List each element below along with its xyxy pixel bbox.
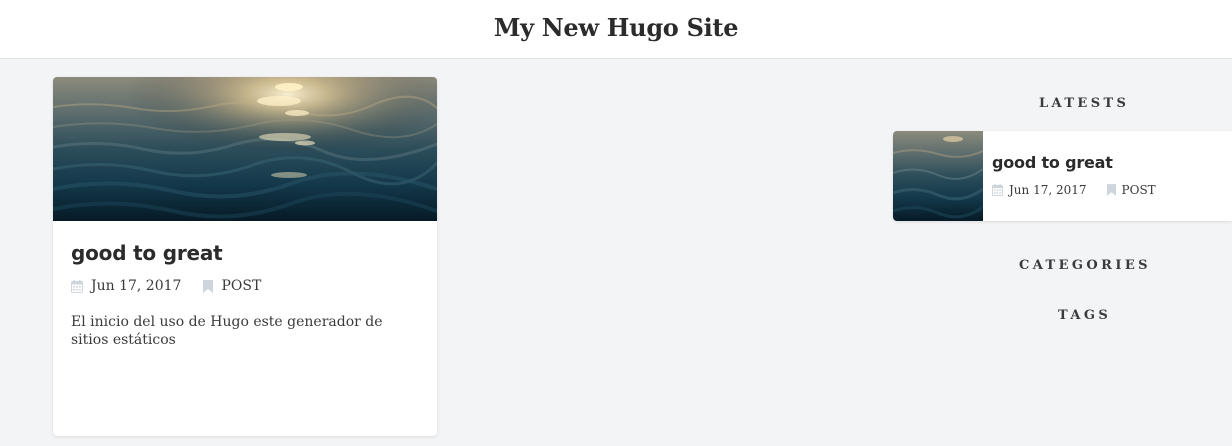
- latest-item-date: Jun 17, 2017: [1009, 183, 1087, 197]
- post-excerpt: El inicio del uso de Hugo este generador…: [71, 314, 383, 348]
- latest-item-meta: Jun 17, 2017 POST: [992, 181, 1156, 199]
- bookmark-icon: [203, 279, 214, 293]
- site-title-link[interactable]: My New Hugo Site: [0, 12, 1232, 44]
- sidebar-heading-latests: LATESTS: [1039, 96, 1130, 111]
- post-card-image[interactable]: [53, 77, 437, 221]
- sidebar-heading-tags: TAGS: [1058, 308, 1112, 323]
- bookmark-icon: [1106, 184, 1116, 196]
- sidebar-heading-categories: CATEGORIES: [1019, 258, 1151, 273]
- calendar-icon: [992, 184, 1003, 196]
- latest-item-title[interactable]: good to great: [992, 152, 1113, 174]
- site-header: My New Hugo Site: [0, 0, 1232, 59]
- post-title[interactable]: good to great: [71, 240, 223, 266]
- post-date: Jun 17, 2017: [91, 278, 182, 294]
- latest-item-category[interactable]: POST: [1122, 181, 1156, 199]
- post-category[interactable]: POST: [221, 276, 261, 296]
- post-meta: Jun 17, 2017 POST: [71, 276, 261, 296]
- latest-item[interactable]: good to great Jun 17, 2017 POST: [893, 131, 1232, 221]
- latest-item-thumbnail[interactable]: [893, 131, 983, 221]
- post-card[interactable]: good to great Jun 17, 2017 POST El inici…: [53, 77, 437, 436]
- calendar-icon: [71, 279, 83, 293]
